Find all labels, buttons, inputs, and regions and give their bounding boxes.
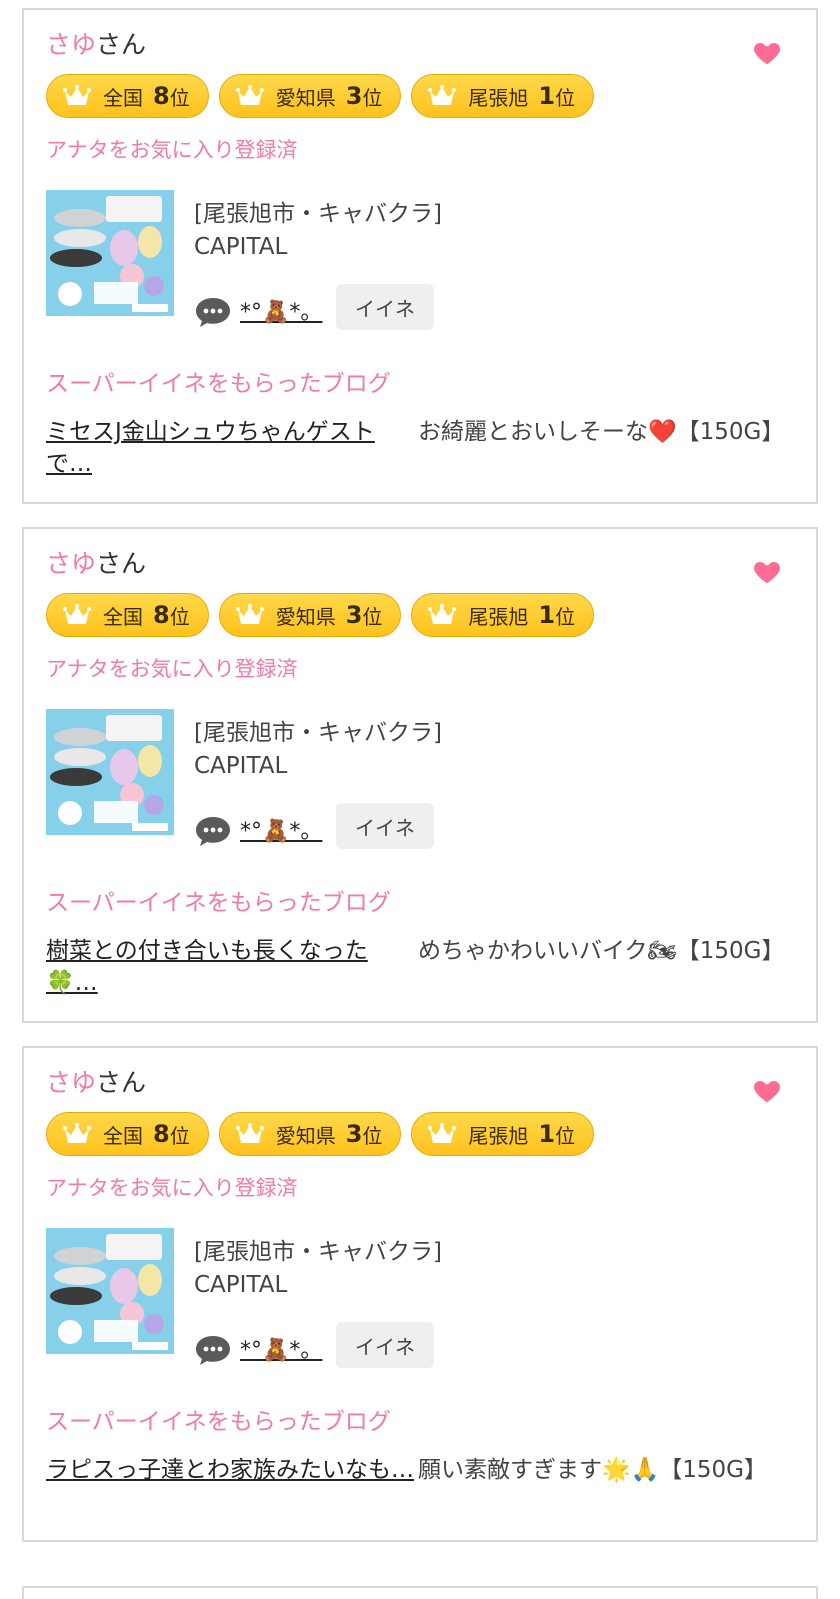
user-name-text[interactable]: さゆ [46, 549, 96, 578]
crown-icon [235, 604, 264, 624]
commenter-link[interactable]: *°🧸*。 [240, 813, 322, 845]
blog-comment: 願い素敵すぎます🌟🙏【150G】 [418, 1457, 767, 1483]
rank-number: 8 [153, 82, 170, 110]
user-name-suffix: さん [96, 549, 147, 578]
section-title: スーパーイイネをもらったブログ [46, 371, 391, 397]
rank-badge-national[interactable]: 全国 8 位 [46, 1112, 209, 1156]
like-button[interactable]: イイネ [336, 284, 434, 330]
rank-number: 1 [538, 1120, 556, 1148]
heart-icon[interactable] [752, 1076, 782, 1106]
like-button[interactable]: イイネ [336, 803, 434, 849]
thumbnail-image [46, 1228, 174, 1354]
rank-label: 全国 [103, 604, 143, 629]
rank-unit: 位 [555, 604, 576, 629]
rank-badge-national[interactable]: 全国 8 位 [46, 74, 209, 118]
store-name[interactable]: CAPITAL [194, 1272, 287, 1298]
rank-unit: 位 [362, 604, 383, 629]
blog-comment: お綺麗とおいしそーな❤️【150G】 [418, 419, 785, 445]
rank-number: 3 [345, 601, 363, 629]
store-name[interactable]: CAPITAL [194, 234, 287, 260]
commenter-link[interactable]: *°🧸*。 [240, 1332, 322, 1364]
rank-number: 3 [345, 82, 363, 110]
crown-icon [63, 1123, 91, 1143]
rank-badges: 全国 8 位 愛知県 3 位 尾張旭 1 位 [46, 593, 595, 637]
profile-thumbnail[interactable] [46, 1228, 174, 1354]
rank-label: 全国 [103, 1123, 143, 1148]
rank-badge-city[interactable]: 尾張旭 1 位 [411, 1112, 595, 1156]
user-name[interactable]: さゆさん [46, 28, 146, 62]
user-name[interactable]: さゆさん [46, 547, 146, 581]
rank-number: 1 [538, 82, 556, 110]
rank-unit: 位 [362, 85, 383, 110]
crown-icon [428, 1123, 457, 1143]
rank-number: 1 [538, 601, 556, 629]
user-name[interactable]: さゆさん [46, 1066, 146, 1100]
rank-unit: 位 [555, 1123, 576, 1148]
crown-icon [63, 85, 91, 105]
rank-unit: 位 [169, 1123, 190, 1148]
rank-badge-city[interactable]: 尾張旭 1 位 [411, 593, 595, 637]
rank-number: 8 [153, 1120, 170, 1148]
rank-badges: 全国 8 位 愛知県 3 位 尾張旭 1 位 [46, 1112, 595, 1156]
section-title: スーパーイイネをもらったブログ [46, 1409, 391, 1435]
commenter-link[interactable]: *°🧸*。 [240, 294, 322, 326]
favorite-card: さゆさん 全国8位 愛知県3位 尾張旭1位 アナタをお気に入り登録済 [22, 527, 818, 1023]
rank-label: 愛知県 [275, 604, 336, 629]
favorite-status-note: アナタをお気に入り登録済 [46, 657, 298, 681]
rank-unit: 位 [169, 604, 190, 629]
blog-title-link[interactable]: ミセスJ金山シュウちゃんゲストで… [46, 416, 416, 480]
rank-label: 愛知県 [275, 1123, 336, 1148]
rank-label: 尾張旭 [468, 1123, 529, 1148]
user-name-suffix: さん [96, 1068, 147, 1097]
rank-unit: 位 [362, 1123, 383, 1148]
favorite-card: さゆさん 全国8位 愛知県3位 尾張旭1位 アナタをお気に入り登録済 [22, 8, 818, 504]
rank-label: 尾張旭 [468, 604, 529, 629]
store-name[interactable]: CAPITAL [194, 753, 287, 779]
blog-title-link[interactable]: ラピスっ子達とわ家族みたいなも… [46, 1454, 416, 1486]
rank-badge-prefecture[interactable]: 愛知県 3 位 [218, 593, 402, 637]
rank-unit: 位 [169, 85, 190, 110]
like-button[interactable]: イイネ [336, 1322, 434, 1368]
rank-badge-prefecture[interactable]: 愛知県 3 位 [218, 1112, 402, 1156]
blog-title-link[interactable]: 樹菜との付き合いも長くなった🍀… [46, 935, 416, 999]
store-area: [尾張旭市・キャバクラ] [194, 201, 442, 227]
thumbnail-image [46, 709, 174, 835]
rank-label: 愛知県 [275, 85, 336, 110]
section-title: スーパーイイネをもらったブログ [46, 890, 391, 916]
rank-number: 8 [153, 601, 170, 629]
rank-badge-prefecture[interactable]: 愛知県 3 位 [218, 74, 402, 118]
store-area: [尾張旭市・キャバクラ] [194, 720, 442, 746]
favorite-status-note: アナタをお気に入り登録済 [46, 138, 298, 162]
rank-unit: 位 [555, 85, 576, 110]
crown-icon [63, 604, 91, 624]
rank-badge-city[interactable]: 尾張旭 1 位 [411, 74, 595, 118]
thumbnail-image [46, 190, 174, 316]
favorite-status-note: アナタをお気に入り登録済 [46, 1176, 298, 1200]
crown-icon [428, 85, 457, 105]
crown-icon [428, 604, 457, 624]
favorite-card: さゆさん 全国8位 愛知県3位 尾張旭1位 アナタをお気に入り登録済 [22, 1046, 818, 1542]
rank-label: 尾張旭 [468, 85, 529, 110]
user-name-suffix: さん [96, 30, 147, 59]
speech-bubble-icon [196, 1336, 230, 1365]
profile-thumbnail[interactable] [46, 190, 174, 316]
speech-bubble-icon [196, 298, 230, 327]
heart-icon[interactable] [752, 557, 782, 587]
user-name-text[interactable]: さゆ [46, 1068, 96, 1097]
next-card-edge [22, 1586, 818, 1599]
speech-bubble-icon [196, 817, 230, 846]
rank-badge-national[interactable]: 全国 8 位 [46, 593, 209, 637]
rank-label: 全国 [103, 85, 143, 110]
rank-number: 3 [345, 1120, 363, 1148]
store-area: [尾張旭市・キャバクラ] [194, 1239, 442, 1265]
user-name-text[interactable]: さゆ [46, 30, 96, 59]
profile-thumbnail[interactable] [46, 709, 174, 835]
blog-comment: めちゃかわいいバイク🏍【150G】 [418, 938, 785, 964]
rank-badges: 全国 8 位 愛知県 3 位 尾張旭 1 位 [46, 74, 595, 118]
crown-icon [235, 85, 264, 105]
heart-icon[interactable] [752, 38, 782, 68]
crown-icon [235, 1123, 264, 1143]
